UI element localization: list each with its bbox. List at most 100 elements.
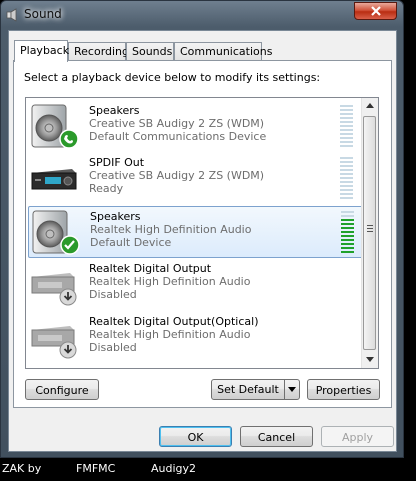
device-item-realtek-digital-output[interactable]: Realtek Digital Output Realtek High Defi… bbox=[28, 259, 363, 311]
level-meter bbox=[341, 211, 354, 255]
window-title: Sound bbox=[24, 7, 62, 21]
scroll-up-button[interactable] bbox=[362, 98, 378, 114]
tab-label: Communications bbox=[180, 45, 273, 58]
meter-bar bbox=[341, 235, 354, 237]
tab-label: Recording bbox=[74, 45, 130, 58]
taskbar-label-2[interactable]: FMFMC bbox=[76, 462, 115, 475]
tab-label: Sounds bbox=[132, 45, 173, 58]
apply-button[interactable]: Apply bbox=[321, 426, 394, 447]
meter-bar bbox=[340, 197, 353, 199]
meter-bar bbox=[341, 211, 354, 213]
scroll-up-icon bbox=[366, 103, 374, 108]
meter-bar bbox=[341, 243, 354, 245]
meter-bar bbox=[340, 125, 353, 127]
meter-bar bbox=[340, 189, 353, 191]
title-bar[interactable]: Sound bbox=[1, 1, 403, 29]
device-name: Speakers bbox=[90, 210, 141, 223]
level-meter bbox=[340, 157, 353, 201]
digital-receiver-icon bbox=[31, 169, 77, 190]
ok-button[interactable]: OK bbox=[159, 426, 232, 447]
tab-sounds[interactable]: Sounds bbox=[126, 42, 174, 61]
meter-bar bbox=[340, 137, 353, 139]
set-default-label: Set Default bbox=[217, 383, 279, 396]
sound-dialog-window: Sound Playback Recording Sounds Communic… bbox=[0, 0, 404, 458]
meter-bar bbox=[341, 227, 354, 229]
device-name: Realtek Digital Output bbox=[89, 262, 212, 275]
cancel-button[interactable]: Cancel bbox=[240, 426, 313, 447]
meter-bar bbox=[340, 145, 353, 147]
optical-output-disabled-icon bbox=[31, 326, 77, 359]
meter-bar bbox=[340, 117, 353, 119]
close-button[interactable] bbox=[354, 2, 397, 20]
meter-bar bbox=[341, 247, 354, 249]
device-item-speakers-realtek[interactable]: Speakers Realtek High Definition Audio D… bbox=[28, 206, 363, 258]
meter-bar bbox=[340, 161, 353, 163]
meter-bar bbox=[340, 129, 353, 131]
set-default-dropdown[interactable] bbox=[284, 380, 299, 399]
taskbar-label-1[interactable]: ZAK by bbox=[2, 462, 41, 475]
meter-bar bbox=[340, 165, 353, 167]
properties-button[interactable]: Properties bbox=[307, 379, 380, 400]
device-item-partial[interactable] bbox=[28, 364, 363, 369]
meter-bar bbox=[340, 185, 353, 187]
device-status: Ready bbox=[89, 182, 124, 195]
meter-bar bbox=[341, 215, 354, 217]
dialog-client-area: Playback Recording Sounds Communications… bbox=[8, 30, 397, 452]
instruction-text: Select a playback device below to modify… bbox=[24, 71, 321, 84]
device-driver: Creative SB Audigy 2 ZS (WDM) bbox=[89, 117, 265, 130]
meter-bar bbox=[341, 231, 354, 233]
meter-bar bbox=[340, 181, 353, 183]
device-driver: Realtek High Definition Audio bbox=[89, 275, 251, 288]
meter-bar bbox=[340, 109, 353, 111]
grip-icon bbox=[367, 225, 373, 233]
device-name: Realtek Digital Output(Optical) bbox=[89, 315, 259, 328]
device-icon-partial bbox=[28, 364, 80, 369]
configure-button[interactable]: Configure bbox=[25, 379, 99, 400]
device-item-spdif-out[interactable]: SPDIF Out Creative SB Audigy 2 ZS (WDM) … bbox=[28, 153, 363, 205]
scroll-down-button[interactable] bbox=[362, 352, 378, 368]
device-list-scrollbar[interactable] bbox=[361, 98, 378, 368]
device-item-speakers-creative[interactable]: Speakers Creative SB Audigy 2 ZS (WDM) D… bbox=[28, 101, 363, 153]
taskbar-label-3[interactable]: Audigy2 bbox=[151, 462, 196, 475]
device-status: Disabled bbox=[89, 288, 137, 301]
device-item-realtek-digital-output-optical[interactable]: Realtek Digital Output(Optical) Realtek … bbox=[28, 312, 363, 364]
device-status: Default Communications Device bbox=[89, 130, 267, 143]
chevron-down-icon bbox=[288, 387, 296, 392]
meter-bar bbox=[340, 113, 353, 115]
tab-recording[interactable]: Recording bbox=[68, 42, 130, 61]
speaker-check-icon bbox=[32, 210, 80, 255]
tab-playback[interactable]: Playback bbox=[14, 40, 70, 62]
meter-bar bbox=[341, 219, 354, 221]
device-name: Speakers bbox=[89, 104, 140, 117]
level-meter bbox=[340, 105, 353, 149]
tab-label: Playback bbox=[20, 44, 70, 57]
device-status: Disabled bbox=[89, 341, 137, 354]
meter-bar bbox=[340, 177, 353, 179]
scroll-thumb[interactable] bbox=[363, 116, 376, 350]
meter-bar bbox=[340, 157, 353, 159]
device-name: SPDIF Out bbox=[89, 156, 145, 169]
digital-output-disabled-icon bbox=[31, 273, 77, 306]
meter-bar bbox=[340, 121, 353, 123]
meter-bar bbox=[341, 239, 354, 241]
meter-bar bbox=[341, 251, 354, 253]
set-default-button[interactable]: Set Default bbox=[211, 379, 300, 400]
meter-bar bbox=[340, 169, 353, 171]
playback-panel: Select a playback device below to modify… bbox=[13, 60, 392, 408]
scroll-down-icon bbox=[366, 357, 374, 362]
tab-communications[interactable]: Communications bbox=[174, 42, 272, 61]
speaker-app-icon bbox=[6, 8, 17, 22]
meter-bar bbox=[341, 223, 354, 225]
meter-bar bbox=[340, 173, 353, 175]
device-driver: Realtek High Definition Audio bbox=[90, 223, 252, 236]
meter-bar bbox=[340, 193, 353, 195]
device-driver: Creative SB Audigy 2 ZS (WDM) bbox=[89, 169, 265, 182]
meter-bar bbox=[340, 141, 353, 143]
device-list[interactable]: Speakers Creative SB Audigy 2 ZS (WDM) D… bbox=[25, 97, 379, 369]
meter-bar bbox=[340, 105, 353, 107]
meter-bar bbox=[340, 133, 353, 135]
device-driver: Realtek High Definition Audio bbox=[89, 328, 251, 341]
device-status: Default Device bbox=[90, 236, 172, 249]
close-icon bbox=[371, 6, 381, 16]
speaker-phone-icon bbox=[31, 104, 79, 149]
